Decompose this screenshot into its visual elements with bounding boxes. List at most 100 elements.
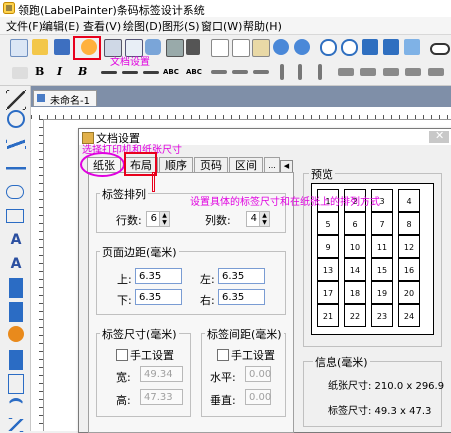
vertical-spacing-field[interactable]: 0.00 (245, 389, 271, 405)
tab-order[interactable]: 顺序 (159, 157, 193, 173)
align-center-icon[interactable] (122, 71, 138, 74)
horizontal-spacing-label: 水平: (210, 371, 236, 384)
rich-text-icon[interactable]: A (6, 254, 26, 274)
main-toolbar (0, 35, 451, 61)
table-tool-icon[interactable] (9, 350, 23, 370)
align-right-icon[interactable] (143, 71, 159, 74)
left-margin-field[interactable]: 6.35 (218, 268, 265, 284)
label-size-manual-checkbox[interactable] (116, 349, 128, 361)
qrcode-tool-icon[interactable] (9, 302, 23, 322)
rotate-icon[interactable] (7, 110, 25, 128)
vertical-ruler (31, 119, 44, 431)
redo-icon[interactable] (294, 39, 310, 55)
preview-cell: 9 (317, 235, 339, 258)
barcode-icon[interactable] (186, 39, 200, 55)
barcode-tool-icon[interactable] (9, 278, 23, 298)
distribute-v-icon[interactable] (360, 68, 376, 76)
right-margin-field[interactable]: 6.35 (218, 289, 265, 305)
spin-arrows-icon[interactable]: ▲ ▼ (259, 212, 269, 226)
save-icon[interactable] (54, 39, 70, 55)
top-margin-field[interactable]: 6.35 (135, 268, 182, 284)
zoom-out-icon[interactable] (341, 39, 358, 56)
preview-cell: 11 (371, 235, 393, 258)
menu-shape[interactable]: 图形(S) (162, 18, 200, 34)
label-width-field[interactable]: 49.34 (140, 366, 183, 382)
open-folder-icon[interactable] (32, 39, 48, 55)
tab-page-number[interactable]: 页码 (194, 157, 228, 173)
lowercase-abc-button[interactable]: ABC (163, 68, 179, 76)
label-spacing-title: 标签间距(毫米) (205, 326, 284, 342)
align-top-icon[interactable] (211, 70, 227, 74)
format-toolbar: B I B ABC ABC (0, 60, 451, 86)
preview-cell: 24 (398, 304, 420, 327)
text-frame-icon[interactable] (12, 67, 28, 79)
zoom-width-icon[interactable] (404, 39, 420, 55)
label-size-text: 标签尺寸: 49.3 x 47.3 (328, 406, 432, 417)
frame-tool-icon[interactable] (8, 374, 24, 394)
top-margin-label: 上: (117, 273, 132, 286)
spin-arrows-icon[interactable]: ▲ ▼ (159, 212, 169, 226)
zoom-fit-icon[interactable] (362, 39, 378, 55)
paste-icon[interactable] (252, 39, 270, 57)
paper-tab-highlight-ellipse (80, 152, 125, 177)
same-width-icon[interactable] (383, 68, 399, 76)
text-tool-icon[interactable]: A (6, 230, 26, 250)
dialog-close-button[interactable]: ✕ (429, 129, 449, 143)
align-bottom-icon[interactable] (253, 70, 269, 74)
italic-button[interactable]: I (57, 65, 62, 78)
cols-stepper[interactable]: 4 ▲ ▼ (246, 211, 270, 227)
hline-icon[interactable] (6, 158, 26, 178)
tab-more[interactable]: ... (264, 157, 280, 173)
align-middle-icon[interactable] (232, 70, 248, 74)
horizontal-spacing-field[interactable]: 0.00 (245, 366, 271, 382)
vertical-spacing-label: 垂直: (210, 394, 236, 407)
info-title: 信息(毫米) (313, 354, 370, 370)
same-height-icon[interactable] (405, 68, 421, 76)
label-height-field[interactable]: 47.33 (140, 389, 183, 405)
polyline-tool-icon[interactable] (6, 418, 26, 432)
bold-button[interactable]: B (35, 65, 44, 78)
preview-cell: 17 (317, 281, 339, 304)
bottom-margin-field[interactable]: 6.35 (135, 289, 182, 305)
document-icon (37, 94, 45, 102)
view-icon[interactable] (430, 43, 450, 55)
window-title: 领跑(LabelPainter)条码标签设计系统 (18, 4, 205, 17)
menu-draw[interactable]: 绘图(D) (123, 18, 162, 34)
tab-range[interactable]: 区间 (229, 157, 263, 173)
menu-view[interactable]: 查看(V) (83, 18, 121, 34)
document-tab[interactable]: 未命名-1 (33, 90, 97, 107)
same-size-icon[interactable] (428, 68, 444, 76)
uppercase-abc-button[interactable]: ABC (186, 68, 202, 76)
menu-edit[interactable]: 编辑(E) (42, 18, 80, 34)
align-left-icon[interactable] (101, 71, 117, 74)
menu-help[interactable]: 帮助(H) (243, 18, 282, 34)
align-vcenter-icon[interactable] (298, 64, 302, 80)
label-size-title: 标签尺寸(毫米) (100, 326, 179, 342)
menu-window[interactable]: 窗口(W) (201, 18, 242, 34)
copy-icon[interactable] (232, 39, 250, 57)
ellipse-icon[interactable] (6, 185, 24, 199)
distribute-h-icon[interactable] (338, 68, 354, 76)
preview-cell: 21 (317, 304, 339, 327)
menu-file[interactable]: 文件(F) (6, 18, 43, 34)
pointer-icon[interactable] (6, 90, 26, 110)
label-spacing-manual-checkbox[interactable] (217, 349, 229, 361)
align-vright-icon[interactable] (318, 64, 322, 80)
zoom-in-icon[interactable] (320, 39, 337, 56)
label-arrangement-title: 标签排列 (100, 186, 148, 202)
calculator-icon[interactable] (166, 39, 184, 57)
preview-cell: 16 (398, 258, 420, 281)
arc-tool-icon[interactable] (8, 398, 24, 420)
cols-label: 列数: (205, 214, 231, 227)
image-tool-icon[interactable] (8, 326, 24, 342)
rows-stepper[interactable]: 6 ▲ ▼ (146, 211, 170, 227)
align-vleft-icon[interactable] (280, 64, 284, 80)
undo-icon[interactable] (273, 39, 289, 55)
bold-italic-button[interactable]: B (78, 65, 87, 78)
rectangle-icon[interactable] (6, 209, 24, 223)
new-icon[interactable] (10, 39, 28, 57)
line-icon[interactable] (6, 134, 26, 154)
preview-cell: 18 (344, 281, 366, 304)
zoom-page-icon[interactable] (383, 39, 399, 55)
cut-icon[interactable] (211, 39, 229, 57)
